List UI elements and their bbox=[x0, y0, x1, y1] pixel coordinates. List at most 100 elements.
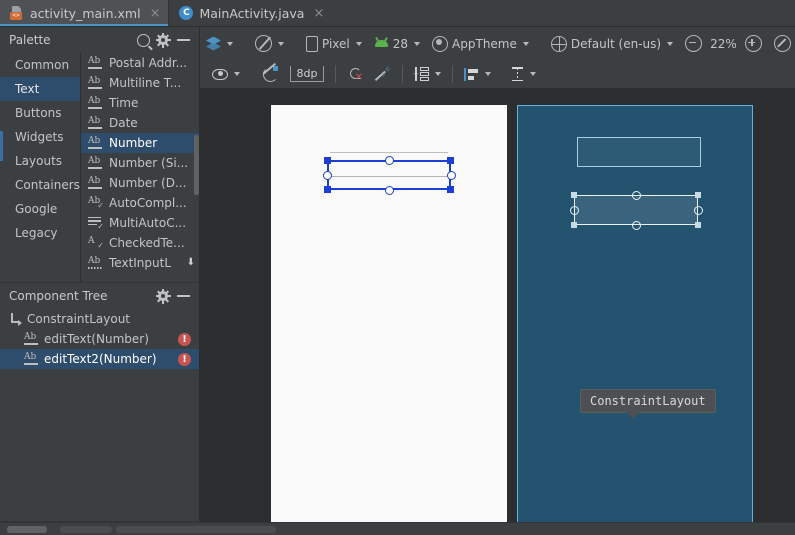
scrollbar-thumb[interactable] bbox=[7, 526, 47, 533]
android-studio-layout-editor: <> activity_main.xml × C MainActivity.ja… bbox=[0, 0, 795, 535]
palette-settings-button[interactable] bbox=[153, 30, 173, 50]
zoom-out-icon bbox=[685, 35, 703, 52]
close-icon[interactable]: × bbox=[150, 7, 161, 20]
palette-item-textinputlayout[interactable]: Ab TextInputL ⬇ bbox=[81, 253, 199, 273]
blueprint-widget-edittext[interactable] bbox=[577, 137, 701, 167]
infer-constraints-button[interactable]: ✧ ✧ bbox=[369, 62, 397, 86]
tab-mainactivity-java[interactable]: C MainActivity.java × bbox=[169, 0, 333, 26]
close-icon[interactable]: × bbox=[313, 7, 324, 20]
scrollbar-track-segment[interactable] bbox=[60, 526, 112, 533]
palette-category-containers[interactable]: Containers bbox=[0, 173, 80, 197]
palette-search-button[interactable] bbox=[133, 30, 153, 50]
palette-item-label: MultiAutoC... bbox=[109, 216, 187, 230]
palette-item-label: TextInputL bbox=[109, 256, 172, 270]
palette-category-legacy[interactable]: Legacy bbox=[0, 221, 80, 245]
palette-category-buttons[interactable]: Buttons bbox=[0, 101, 80, 125]
zoom-out-button[interactable] bbox=[679, 32, 708, 56]
palette-item-time[interactable]: Ab Time bbox=[81, 93, 199, 113]
tab-activity-main-xml[interactable]: <> activity_main.xml × bbox=[0, 0, 169, 26]
locale-label: Default (en-us) bbox=[570, 36, 662, 51]
resize-handle-top-right[interactable] bbox=[695, 192, 701, 198]
design-mode-selector[interactable] bbox=[200, 32, 239, 56]
palette-category-google[interactable]: Google bbox=[0, 197, 80, 221]
constraint-anchor-left[interactable] bbox=[322, 170, 332, 180]
minimize-icon bbox=[176, 295, 190, 297]
palette-item-number-decimal[interactable]: Ab Number (D... bbox=[81, 173, 199, 193]
view-options-button[interactable] bbox=[206, 62, 246, 86]
constraint-anchor-bottom[interactable] bbox=[631, 220, 641, 230]
palette-minimize-button[interactable] bbox=[173, 30, 193, 50]
constraint-anchor-bottom[interactable] bbox=[384, 185, 394, 195]
zoom-in-icon bbox=[744, 35, 762, 52]
design-preview[interactable] bbox=[271, 105, 507, 522]
palette-item-multiline-text[interactable]: Ab Multiline T... bbox=[81, 73, 199, 93]
pack-button[interactable]: + bbox=[408, 62, 447, 86]
palette-item-number[interactable]: Ab Number bbox=[81, 133, 199, 153]
zoom-in-button[interactable] bbox=[739, 32, 768, 56]
zoom-level-label: 22% bbox=[710, 36, 737, 51]
scrollbar-track-segment[interactable] bbox=[116, 526, 276, 533]
palette-category-text[interactable]: Text bbox=[0, 77, 80, 101]
palette-category-widgets[interactable]: Widgets bbox=[0, 125, 80, 149]
palette-item-postal-address[interactable]: Ab Postal Addr... bbox=[81, 53, 199, 73]
tab-label: activity_main.xml bbox=[30, 5, 141, 21]
ab-underline-icon: Ab bbox=[88, 156, 103, 170]
palette-scrollbar[interactable] bbox=[194, 135, 199, 195]
resize-handle-top-left[interactable] bbox=[571, 192, 577, 198]
resize-handle-bottom-left[interactable] bbox=[571, 222, 577, 228]
tree-node-edittext2[interactable]: Ab editText2(Number) ! bbox=[0, 349, 199, 369]
error-icon[interactable]: ! bbox=[178, 352, 191, 366]
tree-node-edittext[interactable]: Ab editText(Number) ! bbox=[0, 329, 199, 349]
palette-category-layouts[interactable]: Layouts bbox=[0, 149, 80, 173]
tree-node-constraintlayout[interactable]: ConstraintLayout bbox=[0, 309, 199, 329]
theme-selector[interactable]: AppTheme bbox=[426, 32, 535, 56]
component-tree-settings-button[interactable] bbox=[153, 286, 173, 306]
resize-handle-bottom-left[interactable] bbox=[324, 186, 331, 193]
search-icon bbox=[136, 33, 150, 47]
constraint-anchor-right[interactable] bbox=[446, 170, 456, 180]
palette-item-checkedtextview[interactable]: A ✓ CheckedTe... bbox=[81, 233, 199, 253]
resize-handle-bottom-right[interactable] bbox=[447, 186, 454, 193]
download-icon[interactable]: ⬇ bbox=[187, 258, 195, 268]
align-button[interactable] bbox=[458, 62, 497, 86]
palette-item-number-signed[interactable]: Ab Number (Si... bbox=[81, 153, 199, 173]
palette-item-label: Postal Addr... bbox=[109, 56, 188, 70]
pack-icon: + bbox=[413, 67, 429, 81]
locale-selector[interactable]: Default (en-us) bbox=[545, 32, 679, 56]
palette-item-multiautocompletetextview[interactable]: ✓ MultiAutoC... bbox=[81, 213, 199, 233]
guidelines-button[interactable] bbox=[505, 62, 542, 86]
constraint-anchor-right[interactable] bbox=[693, 205, 703, 215]
constraint-anchor-top[interactable] bbox=[631, 190, 641, 200]
selected-widget-edittext2[interactable] bbox=[322, 155, 456, 195]
orientation-selector[interactable] bbox=[249, 32, 290, 56]
resize-handle-top-left[interactable] bbox=[324, 157, 331, 164]
constraint-anchor-top[interactable] bbox=[384, 155, 394, 165]
resize-handle-top-right[interactable] bbox=[447, 157, 454, 164]
ab-underline-icon: Ab bbox=[88, 176, 103, 190]
tree-node-label: editText2(Number) bbox=[44, 352, 157, 366]
palette-item-autocompletetextview[interactable]: Ab ✓ AutoCompl... bbox=[81, 193, 199, 213]
clear-constraints-button[interactable]: ✕ bbox=[341, 62, 369, 86]
guideline-icon bbox=[511, 67, 524, 81]
constraint-anchor-left[interactable] bbox=[569, 205, 579, 215]
resize-handle-bottom-right[interactable] bbox=[695, 222, 701, 228]
palette-item-date[interactable]: Ab Date bbox=[81, 113, 199, 133]
component-tree-minimize-button[interactable] bbox=[173, 286, 193, 306]
api-level-selector[interactable]: 28 bbox=[368, 32, 426, 56]
device-selector[interactable]: Pixel bbox=[300, 32, 368, 56]
ab-underline-icon: Ab bbox=[88, 116, 103, 130]
blueprint-selected-widget-edittext2[interactable] bbox=[569, 190, 703, 230]
zoom-to-fit-button[interactable] bbox=[768, 32, 795, 56]
chevron-down-icon bbox=[667, 41, 674, 46]
autoconnect-toggle-button[interactable] bbox=[256, 62, 284, 86]
default-margin-button[interactable]: 8dp bbox=[284, 62, 330, 86]
horizontal-scrollbar[interactable] bbox=[0, 522, 795, 535]
blueprint-preview[interactable] bbox=[517, 105, 753, 522]
design-canvas[interactable]: ConstraintLayout bbox=[200, 89, 795, 522]
rotate-icon bbox=[255, 35, 272, 52]
error-icon[interactable]: ! bbox=[178, 332, 191, 346]
palette-category-common[interactable]: Common bbox=[0, 53, 80, 77]
ab-underline-icon: Ab bbox=[88, 96, 103, 110]
chevron-down-icon bbox=[278, 41, 284, 46]
eye-icon bbox=[212, 68, 228, 80]
